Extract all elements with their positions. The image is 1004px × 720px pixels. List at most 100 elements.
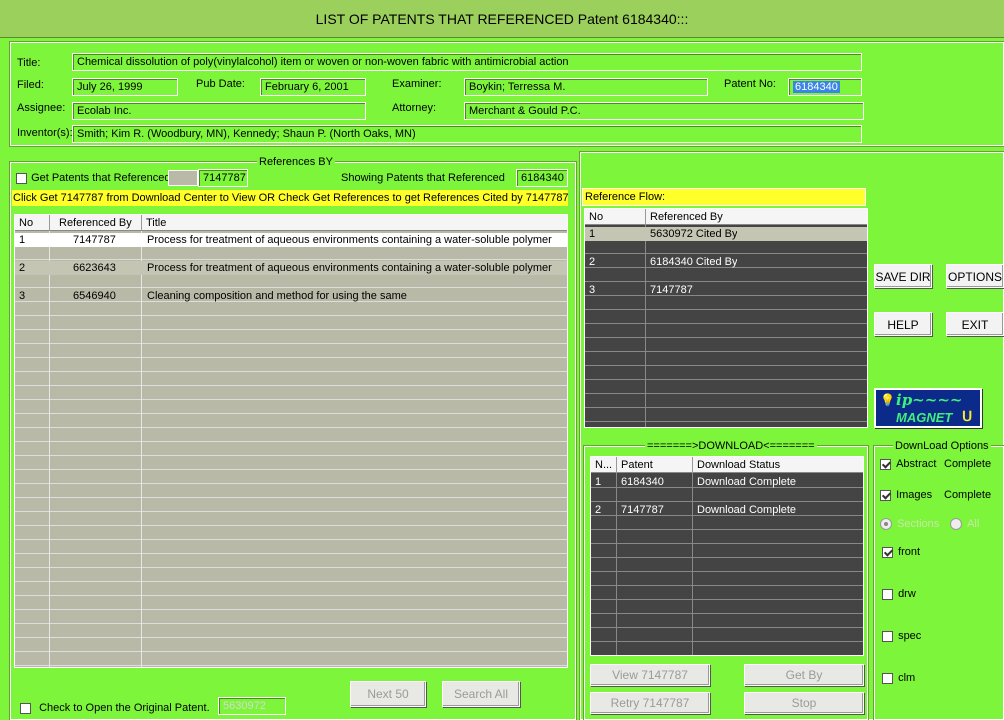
flow-col-ref[interactable]: Referenced By: [646, 209, 867, 225]
hint-banner: Click Get 7147787 from Download Center t…: [12, 190, 568, 206]
inventor-label: Inventor(s):: [17, 127, 73, 139]
retry-button[interactable]: Retry 7147787: [590, 692, 710, 714]
filed-label: Filed:: [17, 79, 44, 91]
open-original-checkbox[interactable]: Check to Open the Original Patent.: [20, 702, 210, 714]
clm-label: clm: [898, 672, 916, 684]
table-row[interactable]: 3 6546940 Cleaning composition and metho…: [15, 289, 567, 303]
sections-radio-icon[interactable]: [880, 518, 892, 531]
table-row[interactable]: 2 6623643 Process for treatment of aqueo…: [15, 261, 567, 275]
help-button[interactable]: HELP: [874, 312, 932, 336]
all-radio-icon[interactable]: [950, 518, 962, 531]
images-status: Complete: [944, 489, 992, 501]
clm-check[interactable]: [882, 672, 893, 684]
sections-radio-dot: [884, 522, 888, 527]
next-50-button[interactable]: Next 50: [350, 681, 426, 707]
download-row[interactable]: 2 7147787 Download Complete: [591, 503, 863, 517]
patent-no-value: 6184340: [793, 81, 840, 93]
pub-date-label: Pub Date:: [196, 78, 245, 90]
row-ref: 6546940: [73, 290, 116, 302]
attorney-field[interactable]: Merchant & Gould P.C.: [464, 102, 864, 120]
get-references-check[interactable]: [16, 172, 27, 184]
col-referenced-by[interactable]: Referenced By: [50, 215, 142, 231]
dl-col-no[interactable]: N...: [591, 457, 617, 473]
download-row[interactable]: 1 6184340 Download Complete: [591, 475, 863, 489]
images-checkbox[interactable]: Images Complete: [880, 489, 1000, 501]
open-original-label: Check to Open the Original Patent.: [39, 702, 210, 714]
front-checkbox[interactable]: front: [882, 546, 920, 558]
flow-row-no: 3: [589, 284, 596, 296]
logo-text: ip~~~~: [896, 391, 963, 409]
table-row[interactable]: 1 7147787 Process for treatment of aqueo…: [15, 233, 567, 247]
get-references-value[interactable]: 7147787: [198, 169, 248, 187]
flow-row[interactable]: 3 7147787: [585, 283, 867, 297]
reference-flow-label: Reference Flow:: [585, 191, 666, 203]
title-field[interactable]: Chemical dissolution of poly(vinylalcoho…: [72, 53, 862, 71]
flow-row[interactable]: 1 5630972 Cited By: [585, 227, 867, 241]
dl-col-status[interactable]: Download Status: [693, 457, 863, 473]
col-no[interactable]: No: [15, 215, 50, 231]
examiner-field[interactable]: Boykin; Terressa M.: [464, 78, 708, 96]
inventor-field[interactable]: Smith; Kim R. (Woodbury, MN), Kennedy; S…: [72, 125, 862, 143]
images-label: Images: [896, 489, 933, 501]
drw-checkbox[interactable]: drw: [882, 588, 916, 600]
flow-row[interactable]: 2 6184340 Cited By: [585, 255, 867, 269]
references-by-title: References BY: [257, 156, 335, 168]
showing-value: 6184340: [516, 169, 568, 187]
abstract-status: Complete: [944, 458, 992, 470]
exit-button[interactable]: EXIT: [946, 312, 1004, 336]
logo-sub: MAGNET: [896, 410, 953, 425]
reference-flow-grid[interactable]: No Referenced By 1 5630972 Cited By 2 61…: [584, 208, 868, 428]
magnet-icon: Ս: [962, 408, 973, 424]
attorney-label: Attorney:: [392, 102, 437, 114]
all-radio[interactable]: All: [950, 518, 980, 531]
images-check[interactable]: [880, 489, 891, 501]
row-no: 2: [19, 262, 26, 274]
abstract-checkbox[interactable]: Abstract Complete: [880, 458, 1000, 470]
all-label: All: [967, 518, 980, 530]
get-by-button[interactable]: Get By: [744, 664, 864, 686]
ip-magnet-logo: 💡 ip~~~~ MAGNET Ս: [874, 388, 982, 428]
references-grid[interactable]: No Referenced By Title 1 7147787 Process…: [14, 214, 568, 668]
get-references-bar: [168, 170, 198, 186]
open-original-check[interactable]: [20, 702, 31, 714]
reference-flow-banner: Reference Flow:: [582, 188, 866, 206]
flow-col-no[interactable]: No: [585, 209, 646, 225]
pub-date-field[interactable]: February 6, 2001: [260, 78, 366, 96]
refs-col-divider-2: [141, 215, 142, 667]
dl-col-patent[interactable]: Patent: [617, 457, 693, 473]
dl-row-no: 2: [595, 504, 602, 516]
references-grid-header: No Referenced By Title: [15, 215, 567, 231]
hint-text: Click Get 7147787 from Download Center t…: [13, 192, 568, 204]
save-dir-button[interactable]: SAVE DIR: [874, 264, 932, 288]
drw-check[interactable]: [882, 588, 893, 600]
clm-checkbox[interactable]: clm: [882, 672, 915, 684]
row-ref: 6623643: [73, 262, 116, 274]
sections-radio[interactable]: Sections: [880, 518, 939, 531]
open-original-field[interactable]: 5630972: [218, 697, 286, 715]
dl-row-no: 1: [595, 476, 602, 488]
row-no: 3: [19, 290, 26, 302]
abstract-check[interactable]: [880, 458, 891, 470]
assignee-field[interactable]: Ecolab Inc.: [72, 102, 366, 120]
row-title: Process for treatment of aqueous environ…: [147, 262, 552, 274]
get-references-checkbox[interactable]: Get Patents that Referenced: [16, 172, 170, 184]
flow-row-ref: 6184340 Cited By: [650, 256, 738, 268]
col-title[interactable]: Title: [142, 215, 567, 231]
download-grid-header: N... Patent Download Status: [591, 457, 863, 473]
front-check[interactable]: [882, 546, 893, 558]
download-grid[interactable]: N... Patent Download Status 1 6184340 Do…: [590, 456, 864, 656]
patent-no-field[interactable]: 6184340: [788, 78, 862, 96]
view-button[interactable]: View 7147787: [590, 664, 710, 686]
options-button[interactable]: OPTIONS: [946, 264, 1004, 288]
row-ref: 7147787: [73, 234, 116, 246]
spec-checkbox[interactable]: spec: [882, 630, 921, 642]
title-label: Title:: [17, 57, 41, 69]
spec-label: spec: [898, 630, 922, 642]
row-title: Process for treatment of aqueous environ…: [147, 234, 552, 246]
search-all-button[interactable]: Search All: [442, 681, 520, 707]
filed-field[interactable]: July 26, 1999: [72, 78, 178, 96]
patent-no-label: Patent No:: [724, 78, 776, 90]
get-references-label: Get Patents that Referenced: [31, 172, 171, 184]
stop-button[interactable]: Stop: [744, 692, 864, 714]
spec-check[interactable]: [882, 630, 893, 642]
